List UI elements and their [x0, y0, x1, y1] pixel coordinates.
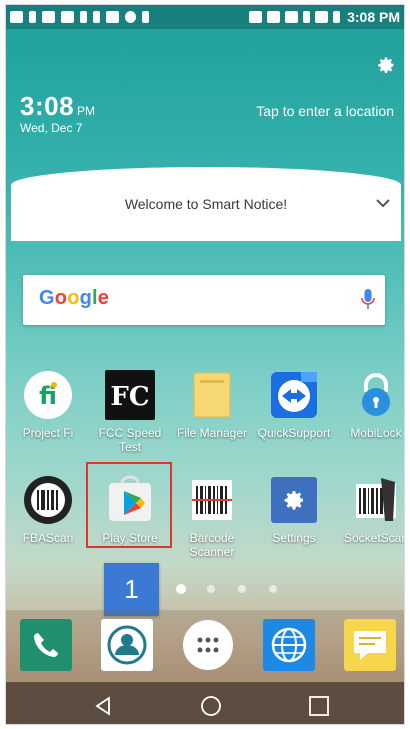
apps-drawer[interactable] — [182, 619, 234, 671]
globe-icon — [263, 619, 315, 671]
app-label: Settings — [272, 531, 316, 545]
app-label: FCC Speed Test — [98, 426, 162, 454]
app-file-manager[interactable]: File Manager — [172, 370, 252, 440]
sim-icon — [303, 11, 311, 23]
app-project-fi[interactable]: fi Project Fi — [8, 370, 88, 440]
clock-date: Wed, Dec 7 — [20, 121, 83, 135]
fcc-icon-text: FC — [110, 382, 149, 412]
fbascan-icon — [23, 475, 73, 525]
home-icon[interactable] — [200, 695, 222, 717]
google-search-bar[interactable]: Google — [23, 275, 385, 325]
home-screen: 3:08 PM 3:08 PM Wed, Dec 7 Tap to enter a… — [5, 4, 405, 725]
page-indicator-dot[interactable] — [238, 585, 246, 593]
phone-app[interactable] — [20, 619, 72, 671]
play-store-highlight — [86, 462, 172, 548]
app-label: Project Fi — [22, 426, 74, 440]
fcc-icon: FC — [105, 370, 155, 420]
google-logo-letter: g — [79, 287, 93, 309]
email-icon — [10, 11, 23, 23]
app-label: Barcode Scanner — [189, 531, 235, 559]
smart-notice-text: Welcome to Smart Notice! — [124, 196, 288, 212]
quicksupport-icon — [269, 370, 319, 420]
smart-notice-card[interactable]: Welcome to Smart Notice! — [11, 167, 401, 241]
folder-icon — [187, 370, 237, 420]
contacts-app[interactable] — [101, 619, 153, 671]
home-page-badge[interactable]: 1 — [104, 563, 159, 616]
browser-app[interactable] — [263, 619, 315, 671]
app-mobilock[interactable]: MobiLock — [336, 370, 404, 440]
recents-icon[interactable] — [308, 695, 330, 717]
socketscan-icon — [351, 475, 401, 525]
clock-time: 3:08 — [20, 91, 75, 121]
gear-icon[interactable] — [376, 55, 396, 75]
vibrate-icon — [267, 11, 281, 23]
app-quicksupport[interactable]: QuickSupport — [254, 370, 334, 440]
signal-icon — [315, 11, 329, 23]
system-icons: 3:08 PM — [249, 9, 400, 25]
battery-icon — [333, 11, 341, 23]
notification-icons — [10, 11, 149, 23]
back-icon[interactable] — [92, 695, 114, 717]
download-icon — [142, 11, 149, 23]
microphone-icon[interactable] — [361, 288, 375, 312]
bolt-icon — [80, 11, 87, 23]
status-time: 3:08 PM — [347, 9, 400, 25]
google-logo: Google — [39, 287, 109, 310]
app-socketscan[interactable]: SocketScan — [336, 475, 405, 545]
app-fcc-speed-test[interactable]: FC FCC Speed Test — [90, 370, 170, 454]
contacts-icon — [101, 619, 153, 671]
person-icon — [29, 11, 36, 23]
app-barcode-scanner[interactable]: Barcode Scanner — [172, 475, 252, 559]
barcode-icon — [187, 475, 237, 525]
message-icon — [344, 619, 396, 671]
mail-icon — [61, 11, 74, 23]
google-logo-letter: e — [97, 287, 110, 309]
gmail-icon — [42, 11, 55, 23]
message-icon — [106, 11, 119, 23]
google-logo-letter: G — [39, 287, 55, 309]
nfc-icon — [249, 11, 263, 23]
app-label: FBAScan — [22, 531, 74, 545]
app-label: File Manager — [176, 426, 248, 440]
app-settings[interactable]: Settings — [254, 475, 334, 545]
phone-icon — [20, 619, 72, 671]
settings-icon — [269, 475, 319, 525]
dot-icon — [125, 11, 136, 23]
clock-widget[interactable]: 3:08 PM Wed, Dec 7 — [20, 91, 95, 135]
app-label: MobiLock — [350, 426, 402, 440]
wifi-icon — [285, 11, 299, 23]
google-logo-letter: o — [67, 287, 80, 309]
device-icon — [93, 11, 100, 23]
lock-icon — [351, 370, 401, 420]
app-label: QuickSupport — [257, 426, 331, 440]
location-prompt[interactable]: Tap to enter a location — [256, 103, 394, 119]
app-fbascan[interactable]: FBAScan — [8, 475, 88, 545]
project-fi-icon: fi — [23, 370, 73, 420]
clock-ampm: PM — [77, 104, 96, 118]
app-label: SocketScan — [343, 531, 405, 545]
page-indicator-dot[interactable] — [207, 585, 215, 593]
page-indicator-dot[interactable] — [176, 584, 186, 594]
page-indicator-dot[interactable] — [269, 585, 277, 593]
apps-drawer-icon — [183, 620, 233, 670]
status-bar: 3:08 PM — [6, 5, 404, 29]
chevron-down-icon[interactable] — [375, 197, 391, 209]
messaging-app[interactable] — [344, 619, 396, 671]
google-logo-letter: o — [54, 287, 68, 309]
